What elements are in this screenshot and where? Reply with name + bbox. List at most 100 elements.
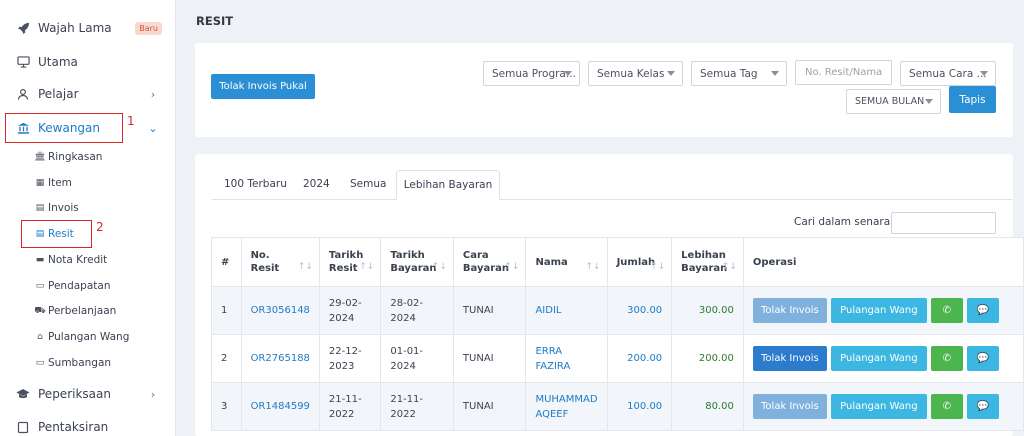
row-number: 2 xyxy=(211,334,242,383)
row-number: 3 xyxy=(211,382,242,431)
payer-name-link[interactable]: AIDIL xyxy=(525,286,608,335)
header-label: Tarikh Resit xyxy=(328,250,364,274)
class-select[interactable]: Semua Kelas xyxy=(588,61,683,86)
refund-button[interactable]: Pulangan Wang xyxy=(830,298,927,323)
reject-invoice-button[interactable]: Tolak Invois xyxy=(752,394,827,419)
col-header-name[interactable]: Nama ↑↓ xyxy=(525,237,608,287)
reject-invoice-button[interactable]: Tolak Invois xyxy=(752,298,827,323)
tab-2024[interactable]: 2024 xyxy=(303,178,330,190)
reject-invoice-button[interactable]: Tolak Invois xyxy=(752,346,827,371)
col-header-number: # xyxy=(211,237,242,287)
overpayment: 80.00 xyxy=(671,382,744,431)
payment-date: 28-02- 2024 xyxy=(380,286,454,335)
tag-select[interactable]: Semua Tag xyxy=(691,61,787,86)
header-label: Lebihan Bayaran xyxy=(681,250,728,274)
receipt-date: 21-11- 2022 xyxy=(318,382,382,431)
sidebar-subitem-nota-kredit[interactable]: ▬ Nota Kredit xyxy=(34,251,164,269)
table-row: 2 OR2765188 22-12- 2023 01-01-2024 TUNAI… xyxy=(211,334,1024,383)
message-button[interactable]: 💬 xyxy=(966,298,999,323)
payment-date: 21-11-2022 xyxy=(380,382,454,431)
sidebar-subitem-pendapatan[interactable]: ▭ Pendapatan xyxy=(34,277,164,295)
sidebar-subitem-perbelanjaan[interactable]: ⛟ Perbelanjaan xyxy=(34,302,164,320)
whatsapp-button[interactable]: ✆ xyxy=(930,346,963,371)
chevron-down-icon: ⌄ xyxy=(148,121,158,135)
cart-icon: ⛟ xyxy=(34,305,46,316)
whatsapp-button[interactable]: ✆ xyxy=(930,394,963,419)
sidebar-subitem-pulangan-wang[interactable]: ⌂ Pulangan Wang xyxy=(34,328,164,346)
sidebar-item-peperiksaan[interactable]: Peperiksaan › xyxy=(0,382,175,406)
table-row: 3 OR1484599 21-11- 2022 21-11-2022 TUNAI… xyxy=(211,382,1024,431)
whatsapp-icon: ✆ xyxy=(942,353,952,364)
tab-lebihan-bayaran[interactable]: Lebihan Bayaran xyxy=(396,170,500,200)
sidebar-subitem-label: Pendapatan xyxy=(48,280,111,292)
caret-down-icon xyxy=(980,71,988,76)
sort-icon: ↑↓ xyxy=(721,262,737,272)
sidebar-item-wajah-lama[interactable]: Wajah Lama Baru xyxy=(0,16,175,40)
chevron-right-icon: › xyxy=(150,87,156,101)
receipt-date: 29-02- 2024 xyxy=(318,286,382,335)
header-label: Cara Bayaran xyxy=(462,250,510,274)
receipt-link[interactable]: OR3056148 xyxy=(240,286,320,335)
sidebar-subitem-item[interactable]: ▦ Item xyxy=(34,174,164,192)
col-header-receipt-date[interactable]: Tarikh Resit ↑↓ xyxy=(318,237,382,287)
program-select[interactable]: Semua Progra... xyxy=(483,61,580,86)
col-header-amount[interactable]: Jumlah ↑↓ xyxy=(606,237,673,287)
sidebar-subitem-ringkasan[interactable]: 🏛 Ringkasan xyxy=(34,148,164,166)
receipt-link[interactable]: OR1484599 xyxy=(240,382,320,431)
col-header-receipt-no[interactable]: No. Resit ↑↓ xyxy=(240,237,320,287)
month-select[interactable]: SEMUA BULAN xyxy=(846,89,941,114)
amount: 100.00 xyxy=(606,382,673,431)
receipt-search-input[interactable]: No. Resit/Nama xyxy=(795,60,892,85)
refund-button[interactable]: Pulangan Wang xyxy=(830,394,927,419)
refund-button[interactable]: Pulangan Wang xyxy=(830,346,927,371)
amount: 200.00 xyxy=(606,334,673,383)
sidebar-subitem-label: Perbelanjaan xyxy=(48,305,117,317)
message-button[interactable]: 💬 xyxy=(966,346,999,371)
select-value: SEMUA BULAN xyxy=(855,96,925,107)
sidebar-item-utama[interactable]: Utama xyxy=(0,50,175,74)
graduation-cap-icon xyxy=(15,388,31,400)
sidebar-subitem-label: Invois xyxy=(48,202,79,214)
filter-apply-button[interactable]: Tapis xyxy=(949,86,996,113)
building-icon: ⌂ xyxy=(37,332,43,342)
bulk-reject-invoice-button[interactable]: Tolak Invois Pukal xyxy=(211,74,315,99)
sidebar-subitem-invois[interactable]: ▤ Invois xyxy=(34,199,164,217)
sort-icon: ↑↓ xyxy=(504,262,520,272)
sidebar-item-label: Peperiksaan xyxy=(38,387,111,401)
sort-icon: ↑↓ xyxy=(431,262,447,272)
sidebar-subitem-label: Pulangan Wang xyxy=(48,331,130,343)
whatsapp-icon: ✆ xyxy=(942,401,952,412)
payment-method: TUNAI xyxy=(452,382,527,431)
list-search-input[interactable] xyxy=(891,212,996,234)
sidebar-item-pentaksiran[interactable]: Pentaksiran xyxy=(0,415,175,436)
sidebar-subitem-label: Ringkasan xyxy=(48,151,103,163)
sidebar-subitem-label: Sumbangan xyxy=(48,357,112,369)
message-button[interactable]: 💬 xyxy=(966,394,999,419)
sidebar-item-pelajar[interactable]: Pelajar › xyxy=(0,82,175,106)
search-list-label: Cari dalam senarai: xyxy=(794,216,897,228)
caret-down-icon xyxy=(925,99,933,104)
whatsapp-button[interactable]: ✆ xyxy=(930,298,963,323)
tab-semua[interactable]: Semua xyxy=(350,178,386,190)
payment-method-select[interactable]: Semua Cara ... xyxy=(900,61,996,86)
sidebar-item-label: Wajah Lama xyxy=(38,21,112,35)
chat-icon: 💬 xyxy=(976,401,990,412)
money-icon: ▭ xyxy=(35,281,45,291)
credit-card-icon: ▬ xyxy=(35,255,45,265)
col-header-payment-date[interactable]: Tarikh Bayaran ↑↓ xyxy=(380,237,454,287)
table-header-row: # No. Resit ↑↓ Tarikh Resit ↑↓ Tarikh Baya… xyxy=(211,237,1024,287)
payer-name-link[interactable]: MUHAMMAD AQEEF xyxy=(525,382,608,431)
caret-down-icon xyxy=(771,71,779,76)
col-header-payment-method[interactable]: Cara Bayaran ↑↓ xyxy=(452,237,527,287)
payer-name-link[interactable]: ERRA FAZIRA xyxy=(525,334,608,383)
tab-100-terbaru[interactable]: 100 Terbaru xyxy=(224,178,287,190)
receipt-link[interactable]: OR2765188 xyxy=(240,334,320,383)
header-label: Tarikh Bayaran xyxy=(390,250,437,274)
payment-date: 01-01-2024 xyxy=(380,334,454,383)
col-header-overpayment[interactable]: Lebihan Bayaran ↑↓ xyxy=(671,237,744,287)
sidebar-subitem-sumbangan[interactable]: ▭ Sumbangan xyxy=(34,354,164,372)
sidebar-item-label: Utama xyxy=(38,55,78,69)
select-value: Semua Cara ... xyxy=(909,67,987,80)
sidebar: Wajah Lama Baru Utama Pelajar › Kewangan… xyxy=(0,0,176,436)
select-value: Semua Kelas xyxy=(597,67,665,80)
